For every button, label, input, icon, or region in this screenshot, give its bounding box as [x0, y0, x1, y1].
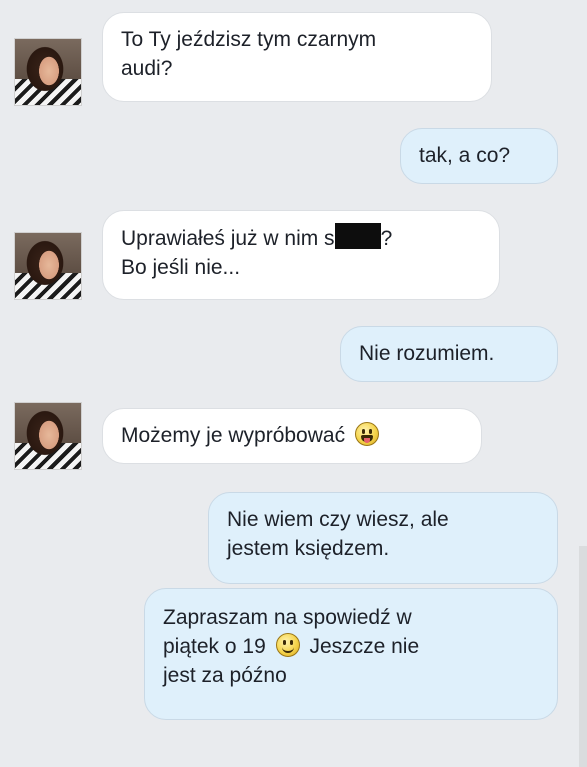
message-text: To Ty jeździsz tym czarnym audi? [121, 28, 377, 80]
message-line: Uprawiałeś już w nim s? [121, 223, 481, 253]
message-text: tak, a co? [419, 144, 511, 167]
outgoing-message[interactable]: tak, a co? [400, 128, 558, 184]
incoming-message[interactable]: Uprawiałeś już w nim s? Bo jeśli nie... [102, 210, 500, 300]
censor-bar [334, 223, 381, 249]
scrollbar[interactable] [579, 546, 587, 767]
outgoing-message[interactable]: Nie wiem czy wiesz, ale jestem księdzem. [208, 492, 558, 584]
outgoing-message[interactable]: Zapraszam na spowiedź w piątek o 19 Jesz… [144, 588, 558, 720]
message-text: Nie rozumiem. [359, 342, 495, 365]
message-text: Możemy je wypróbować [121, 424, 346, 447]
message-line: Zapraszam na spowiedź w [163, 606, 412, 629]
message-text: ? [380, 227, 393, 250]
message-line: Bo jeśli nie... [121, 256, 241, 279]
message-text: Nie wiem czy wiesz, ale jestem księdzem. [227, 508, 449, 560]
chat-window: To Ty jeździsz tym czarnym audi? tak, a … [0, 0, 587, 767]
message-text: piątek o 19 [163, 635, 266, 658]
contact-avatar[interactable] [14, 38, 82, 106]
contact-avatar[interactable] [14, 232, 82, 300]
message-text: Uprawiałeś już w nim s [121, 227, 335, 250]
tongue-out-emoji-icon [354, 422, 379, 446]
message-line: jest za późno [163, 664, 287, 687]
message-text: Jeszcze nie [309, 635, 420, 658]
smile-emoji-icon [275, 633, 300, 657]
incoming-message[interactable]: To Ty jeździsz tym czarnym audi? [102, 12, 492, 102]
message-line: piątek o 19 Jeszcze nie [163, 632, 539, 661]
contact-avatar[interactable] [14, 402, 82, 470]
incoming-message[interactable]: Możemy je wypróbować [102, 408, 482, 464]
outgoing-message[interactable]: Nie rozumiem. [340, 326, 558, 382]
